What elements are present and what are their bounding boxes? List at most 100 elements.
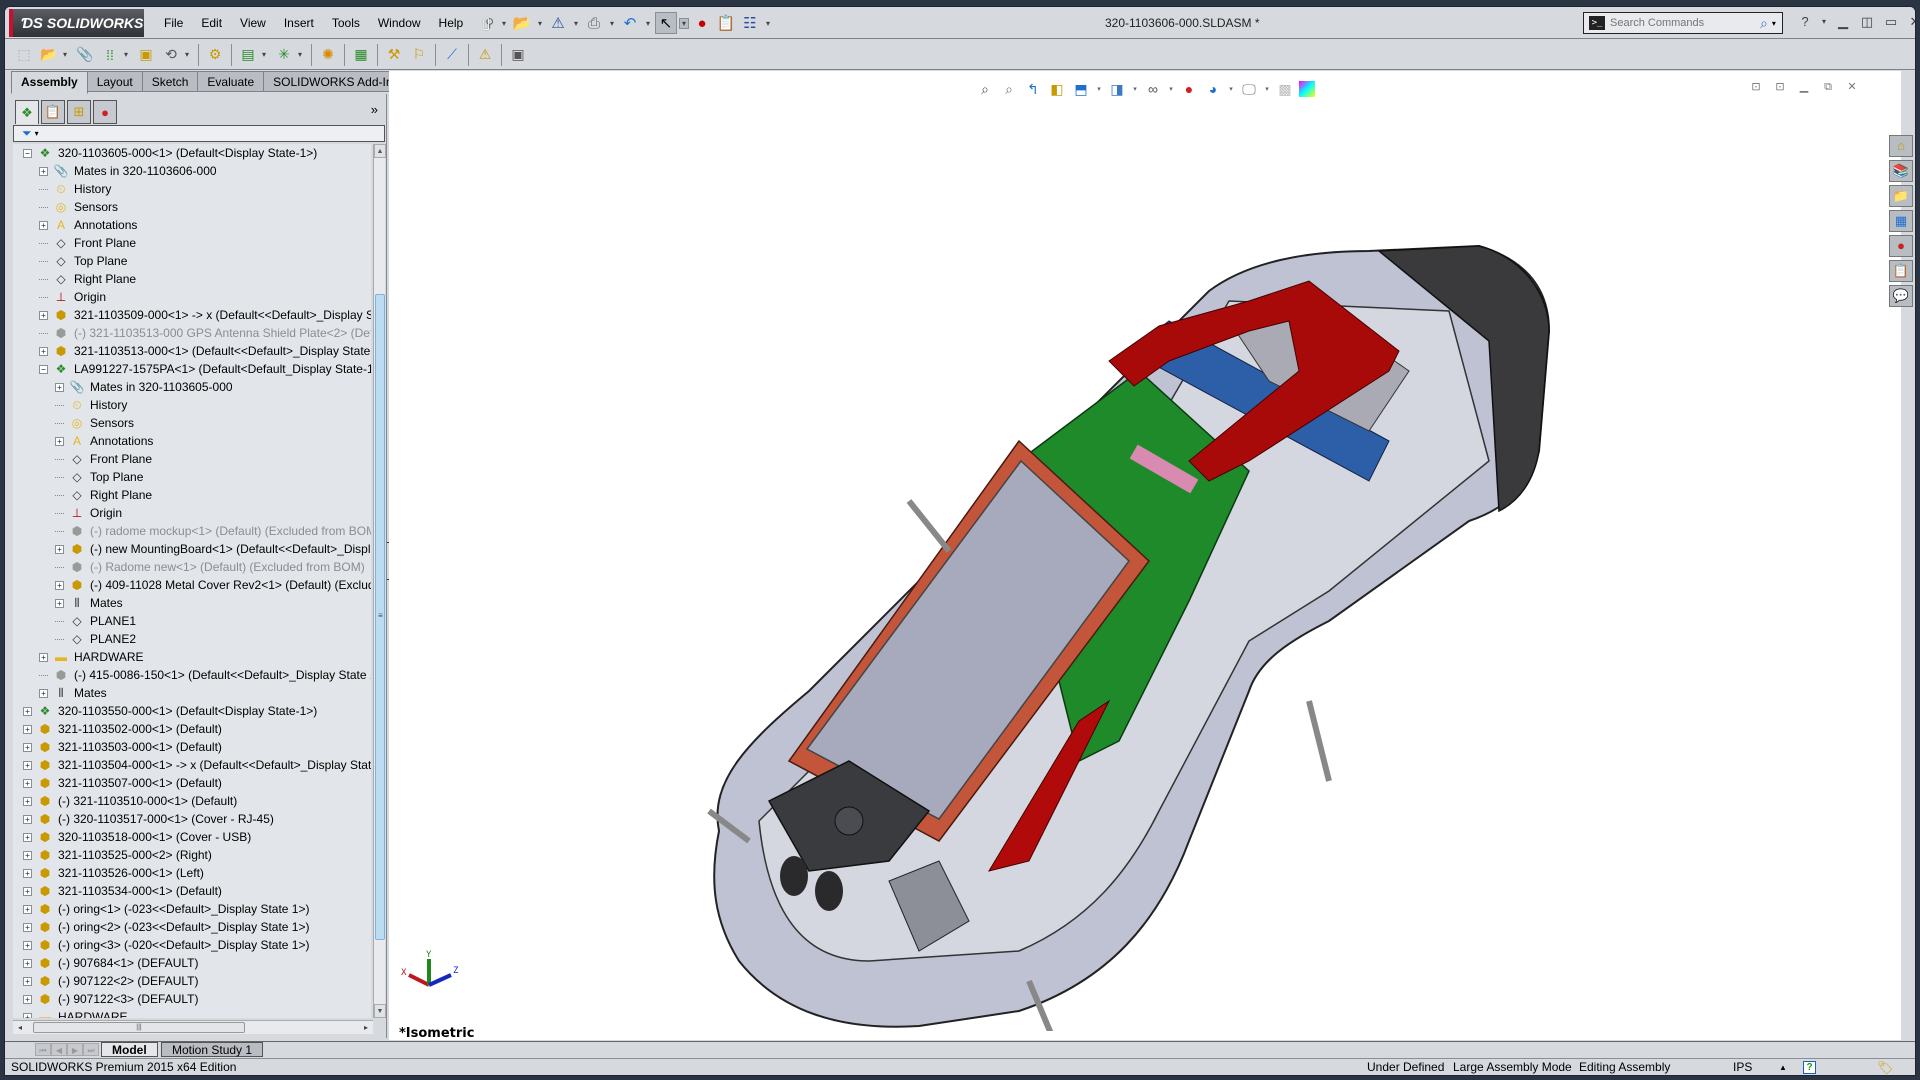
tree-item[interactable]: + ⬢ 320-1103518-000<1> (Cover - USB) [13,828,371,846]
close-button[interactable]: ✕ [1905,11,1915,33]
tab-sketch[interactable]: Sketch [142,71,199,92]
scene-dropdown[interactable]: ▾ [1227,85,1235,93]
previous-view-icon[interactable]: ↰ [1023,79,1043,99]
units-button[interactable]: IPS [1733,1059,1752,1075]
tab-layout[interactable]: Layout [87,71,143,92]
expand-icon[interactable]: + [23,796,32,806]
expand-icon[interactable]: + [23,706,32,716]
tree-item[interactable]: ⬢ (-) Radome new<1> (Default) (Excluded f… [13,558,371,576]
new-motion-study-icon[interactable]: ✺ [317,44,339,66]
move-component-icon[interactable]: ⟲ [160,44,182,66]
first-tab-button[interactable]: ⏮ [35,1043,51,1056]
tree-item[interactable]: ⏲ History [13,180,371,198]
tab-model[interactable]: Model [101,1042,158,1057]
tree-filter-bar[interactable]: ⏷ ▾ [13,125,385,142]
expand-icon[interactable]: + [39,652,48,662]
collapse-icon[interactable]: − [23,148,32,158]
zoom-to-area-icon[interactable]: ⌕ [999,79,1019,99]
tree-item[interactable]: + ⬢ (-) oring<3> (-020<<Default>_Display S… [13,936,371,954]
configurationmanager-tab[interactable]: ⊞ [67,100,91,124]
tree-item[interactable]: ⏲ History [13,396,371,414]
collapse-icon[interactable]: − [39,364,48,374]
new-document-icon[interactable]: ▯ [475,12,497,34]
file-properties-icon[interactable]: 📋 [715,12,737,34]
apply-scene-icon[interactable]: ◕ [1203,79,1223,99]
interference-detection-icon[interactable]: ⟋ [441,44,463,66]
tree-item[interactable]: ⊥ Origin [13,504,371,522]
tree-item[interactable]: + A Annotations [13,432,371,450]
expand-icon[interactable]: + [55,580,64,590]
view-settings-dropdown[interactable]: ▾ [1263,85,1271,93]
menu-window[interactable]: Window [369,16,430,30]
tree-item[interactable]: ◎ Sensors [13,414,371,432]
save-dropdown[interactable]: ▾ [571,19,581,28]
edit-appearance-icon[interactable]: ● [1179,79,1199,99]
tree-item[interactable]: + A Annotations [13,216,371,234]
tree-item[interactable]: − ❖ 320-1103605-000<1> (Default<Display St… [13,144,371,162]
tree-item[interactable]: + ⬢ (-) 409-11028 Metal Cover Rev2<1> (Def… [13,576,371,594]
tab-motion-study-1[interactable]: Motion Study 1 [161,1042,264,1057]
graphics-area[interactable]: ⌕ ⌕ ↰ ◧ ⬒ ▾ ◨ ▾ ∞ ▾ ● ◕ ▾ 🖵 ▾ ▩ ⊡ ⊡ ▁ ⧉ ✕ [389,71,1901,1041]
maximize-button[interactable]: ▭ [1881,11,1901,33]
expand-icon[interactable]: + [23,742,32,752]
expand-icon[interactable]: + [23,832,32,842]
viewport-minimize-button[interactable]: ▁ [1795,79,1813,95]
expand-icon[interactable]: + [23,814,32,824]
expand-icon[interactable]: + [39,688,48,698]
menu-edit[interactable]: Edit [192,16,231,30]
last-tab-button[interactable]: ⏭ [83,1043,99,1056]
tab-evaluate[interactable]: Evaluate [198,71,265,92]
open-folder-icon[interactable]: 📂 [511,12,533,34]
tree-item[interactable]: + ⬢ 321-1103509-000<1> -> x (Default<<Defa… [13,306,371,324]
instant3d-icon[interactable]: ▣ [507,44,529,66]
tree-item[interactable]: + ⬢ 321-1103504-000<1> -> x (Default<<Defa… [13,756,371,774]
tree-item[interactable]: ◇ Right Plane [13,270,371,288]
viewport-close-button[interactable]: ✕ [1843,79,1861,95]
save-icon[interactable]: ⚠ [547,12,569,34]
tree-item[interactable]: + ⬢ (-) 907684<1> (DEFAULT) [13,954,371,972]
tag-icon[interactable]: 🏷 [1877,1059,1894,1075]
tree-item[interactable]: ◇ PLANE2 [13,630,371,648]
tree-item[interactable]: + 📎 Mates in 320-1103605-000 [13,378,371,396]
edit-component-icon[interactable]: ⬚ [13,44,35,66]
expand-icon[interactable]: + [55,598,64,608]
expand-icon[interactable]: + [55,436,64,446]
viewport-left-icon[interactable]: ⊡ [1747,79,1765,95]
expand-icon[interactable]: + [23,760,32,770]
tree-item[interactable]: ◇ PLANE1 [13,612,371,630]
tree-item[interactable]: + ⬢ 321-1103507-000<1> (Default) [13,774,371,792]
show-hidden-icon[interactable]: ⚙ [204,44,226,66]
tree-item[interactable]: + ⬢ (-) 907122<2> (DEFAULT) [13,972,371,990]
tree-item[interactable]: + ⬢ (-) 320-1103517-000<1> (Cover - RJ-45) [13,810,371,828]
menu-insert[interactable]: Insert [275,16,323,30]
expand-icon[interactable]: + [23,940,32,950]
insert-dropdown[interactable]: ▾ [63,50,71,59]
tree-item[interactable]: + ⬢ 321-1103534-000<1> (Default) [13,882,371,900]
prev-tab-button[interactable]: ◀ [51,1043,67,1056]
menu-help[interactable]: Help [430,16,473,30]
tree-item[interactable]: + ⫴ Mates [13,684,371,702]
tree-vertical-scrollbar[interactable]: ▲ ≡ ▼ [373,144,386,1018]
tree-item[interactable]: + ⬢ (-) 907122<3> (DEFAULT) [13,990,371,1008]
filter-dropdown[interactable]: ▾ [35,129,39,138]
filter-icon[interactable]: ⏷ [22,126,32,141]
view-palette-tab[interactable]: ▦ [1889,210,1913,232]
tree-item[interactable]: + ❖ 320-1103550-000<1> (Default<Display St… [13,702,371,720]
tree-item[interactable]: + ▬ HARDWARE [13,648,371,666]
options-icon[interactable]: ☷ [739,12,761,34]
assembly-features-icon[interactable]: ▤ [237,44,259,66]
expand-icon[interactable]: + [39,310,48,320]
next-tab-button[interactable]: ▶ [67,1043,83,1056]
tree-item[interactable]: ⬢ (-) radome mockup<1> (Default) (Exclude… [13,522,371,540]
view-orientation-icon[interactable]: ⬒ [1071,79,1091,99]
tree-item[interactable]: + ⬢ 321-1103503-000<1> (Default) [13,738,371,756]
scroll-left-button[interactable]: ◂ [13,1021,27,1035]
search-commands[interactable]: >_ ⌕ ▾ [1583,12,1783,34]
expand-icon[interactable]: + [23,850,32,860]
scroll-thumb[interactable]: ≡ [375,294,385,940]
tab-assembly[interactable]: Assembly [11,71,88,94]
tree-item[interactable]: + ⬢ (-) new MountingBoard<1> (Default<<Def… [13,540,371,558]
exploded-view-icon[interactable]: ⚒ [383,44,405,66]
expand-icon[interactable]: + [23,976,32,986]
print-dropdown[interactable]: ▾ [607,19,617,28]
